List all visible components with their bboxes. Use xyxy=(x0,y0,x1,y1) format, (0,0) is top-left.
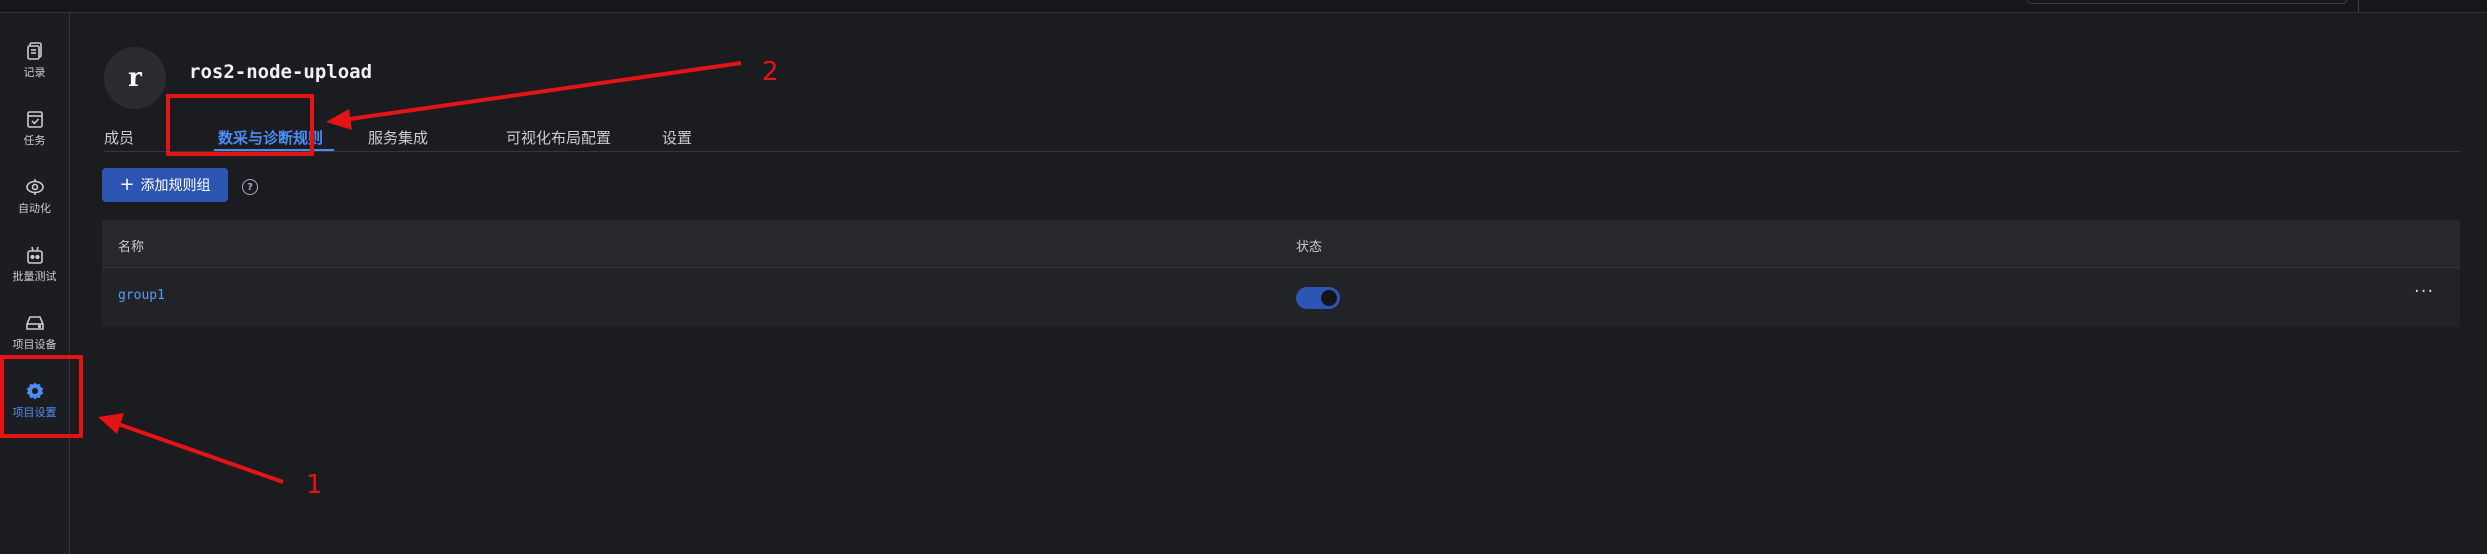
sidebar-item-label: 批量测试 xyxy=(12,270,57,283)
sidebar-item-label: 自动化 xyxy=(18,202,51,215)
toggle-knob xyxy=(1321,290,1337,306)
tab-service-integration[interactable]: 服务集成 xyxy=(368,127,428,148)
batch-test-icon xyxy=(26,246,43,264)
project-avatar: r xyxy=(104,47,166,109)
help-icon[interactable]: ? xyxy=(242,179,258,195)
document-icon xyxy=(26,42,42,60)
automation-icon xyxy=(25,179,44,195)
sidebar-item-label: 项目设备 xyxy=(12,338,57,351)
task-icon xyxy=(26,111,43,128)
table-row: group1 ··· xyxy=(102,268,2460,327)
add-rule-group-button[interactable]: + 添加规则组 xyxy=(102,168,228,202)
annotation-box-sidebar xyxy=(0,355,83,438)
sidebar-item-records[interactable]: 记录 xyxy=(0,35,69,97)
main-content: r ros2-node-upload 成员 数采与诊断规则 服务集成 可视化布局… xyxy=(70,13,2487,554)
sidebar-item-batch-test[interactable]: 批量测试 xyxy=(0,239,69,301)
tab-visual-layout-config[interactable]: 可视化布局配置 xyxy=(506,127,611,148)
add-rule-group-label: 添加规则组 xyxy=(140,178,211,194)
rule-group-name-link[interactable]: group1 xyxy=(118,288,165,303)
sidebar-item-automation[interactable]: 自动化 xyxy=(0,171,69,233)
device-icon xyxy=(25,316,44,330)
status-toggle[interactable] xyxy=(1296,287,1340,309)
sidebar-item-label: 任务 xyxy=(23,134,46,147)
sidebar: 记录 任务 自动化 批量测试 项目设备 项目设置 xyxy=(0,13,70,554)
column-header-status: 状态 xyxy=(1296,240,1323,255)
project-title: ros2-node-upload xyxy=(189,61,373,83)
tab-bar: 成员 数采与诊断规则 服务集成 可视化布局配置 设置 xyxy=(104,113,2460,152)
annotation-box-tab xyxy=(166,94,314,156)
annotation-number-2: 2 xyxy=(762,57,779,87)
top-search-input[interactable] xyxy=(2027,0,2347,4)
top-bar xyxy=(0,0,2487,13)
tab-members[interactable]: 成员 xyxy=(104,127,134,148)
sidebar-item-label: 记录 xyxy=(23,66,46,79)
rule-group-table: 名称 状态 group1 ··· xyxy=(102,220,2460,327)
plus-icon: + xyxy=(119,174,135,195)
tab-settings[interactable]: 设置 xyxy=(662,127,692,148)
table-header: 名称 状态 xyxy=(102,220,2460,268)
top-divider xyxy=(2358,0,2359,12)
annotation-number-1: 1 xyxy=(306,470,323,500)
sidebar-item-tasks[interactable]: 任务 xyxy=(0,103,69,165)
more-actions-icon[interactable]: ··· xyxy=(2414,281,2434,302)
column-header-name: 名称 xyxy=(118,240,145,255)
